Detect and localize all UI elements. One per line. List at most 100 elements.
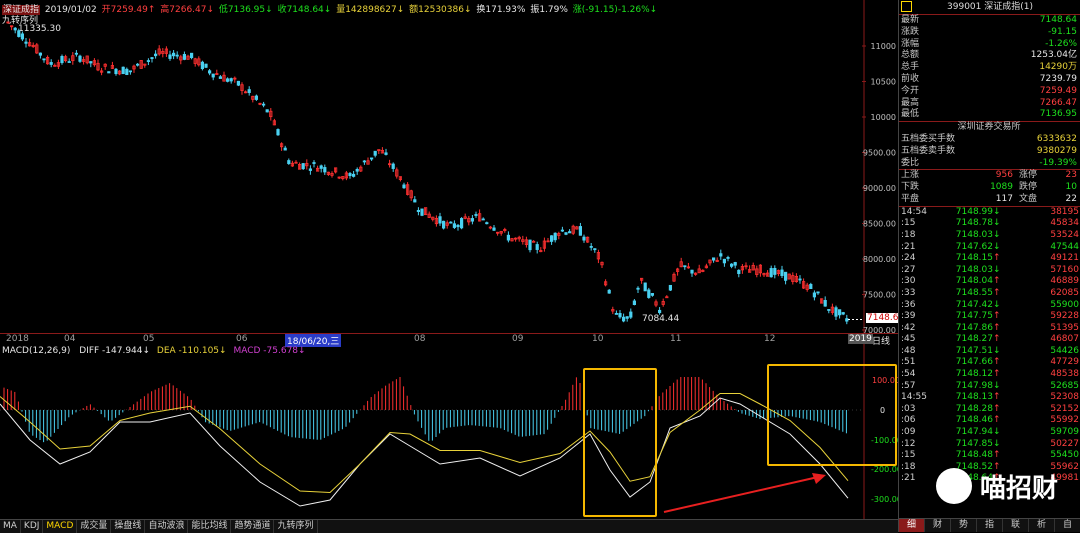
tab-kdj[interactable]: KDJ	[21, 520, 44, 533]
price-axis-label: 9500.00	[863, 149, 896, 158]
watermark: 喵招财	[930, 460, 1080, 520]
date-tick: 08	[414, 334, 426, 344]
candle-body	[449, 221, 453, 224]
candle-body	[150, 57, 154, 60]
candle-body	[207, 70, 212, 74]
tab-energy-ma[interactable]: 能比均线	[188, 520, 232, 533]
candle-body	[456, 224, 460, 228]
price-axis-label: 8500.00	[863, 220, 896, 229]
quote-row: 前收 7239.79	[901, 73, 1077, 84]
candle-body	[535, 244, 539, 250]
candle-body	[13, 27, 17, 31]
market-breadth: 上涨 956 涨停 23 下跌 1089 跌停 10 平盘 117 文盘 22	[899, 170, 1080, 205]
candle-body	[218, 76, 222, 79]
tick-row: :24 7148.15 ↑ 49121	[901, 253, 1079, 264]
candle-body	[726, 257, 730, 259]
tick-row: :39 7147.75 ↑ 59228	[901, 311, 1079, 322]
candle-body	[189, 52, 194, 59]
tick-row: :42 7147.86 ↑ 51395	[901, 322, 1079, 333]
order-row: 五档委买手数 6333632	[901, 133, 1077, 144]
candle-body	[24, 41, 28, 44]
candle-body	[323, 167, 327, 173]
candle-body	[135, 63, 140, 66]
candle-body	[632, 300, 637, 306]
candle-body	[107, 71, 111, 74]
quote-row: 今开 7259.49	[901, 85, 1077, 96]
candle-body	[416, 209, 421, 212]
candle-body	[618, 313, 622, 318]
candle-body	[625, 316, 629, 319]
price-axis-label: 10500	[871, 78, 896, 87]
side-tab-detail[interactable]: 细	[899, 519, 925, 532]
candle-body	[506, 234, 511, 241]
side-tab-trend[interactable]: 势	[951, 519, 977, 532]
candle-body	[287, 160, 291, 164]
candle-body	[247, 89, 251, 93]
quote-list: 最新 7148.64 涨跌 -91.15 涨幅 -1.26% 总额 1253.04亿 总手 142…	[899, 15, 1080, 121]
order-row: 五档委卖手数 9380279	[901, 145, 1077, 156]
tab-macd[interactable]: MACD	[43, 520, 78, 533]
candle-body	[528, 239, 532, 251]
candle-body	[254, 95, 258, 100]
side-tab-index[interactable]: 指	[977, 519, 1003, 532]
price-axis-label: 8000.00	[863, 255, 896, 264]
side-tab-self[interactable]: 自	[1055, 519, 1080, 532]
date-tick: 2018	[6, 334, 29, 344]
tick-list[interactable]: 14:54 7148.99 ↓ 38195:15 7148.78 ↓ 45834:18 714…	[899, 207, 1080, 485]
date-tick: 11	[670, 334, 682, 344]
candle-body	[593, 248, 597, 251]
candle-body	[492, 227, 496, 231]
tab-ma[interactable]: MA	[0, 520, 21, 533]
date-tick: 12	[764, 334, 776, 344]
candle-body	[737, 269, 741, 274]
candle-body	[265, 109, 269, 113]
tick-row: 14:54 7148.99 ↓ 38195	[901, 206, 1079, 217]
side-tab-analysis[interactable]: 析	[1029, 519, 1055, 532]
tick-row: :15 7148.78 ↓ 45834	[901, 218, 1079, 229]
candle-body	[38, 52, 43, 56]
breadth-row: 下跌 1089 跌停 10	[901, 182, 1077, 193]
candle-body	[823, 300, 827, 307]
side-tab-link[interactable]: 联	[1003, 519, 1029, 532]
candle-body	[769, 268, 773, 278]
trend-arrow	[663, 476, 819, 513]
breadth-row: 平盘 117 文盘 22	[901, 193, 1077, 204]
side-tab-finance[interactable]: 财	[925, 519, 951, 532]
candle-body	[719, 253, 723, 257]
candle-body	[485, 222, 489, 225]
tab-volume[interactable]: 成交量	[77, 520, 112, 533]
candle-body	[20, 33, 25, 40]
candle-body	[384, 152, 388, 155]
tab-trend-channel[interactable]: 趋势通道	[231, 520, 275, 533]
tab-operate-line[interactable]: 操盘线	[111, 520, 146, 533]
date-tick: 10	[592, 334, 604, 344]
candle-body	[153, 53, 158, 57]
candle-body	[438, 216, 442, 224]
date-tick: 2019	[848, 334, 873, 344]
candle-body	[362, 160, 367, 163]
tick-row: :57 7147.98 ↓ 52685	[901, 380, 1079, 391]
tick-row: :12 7147.85 ↓ 50227	[901, 438, 1079, 449]
tick-row: :33 7148.55 ↑ 62085	[901, 287, 1079, 298]
quote-row: 最低 7136.95	[901, 109, 1077, 120]
tab-auto-wave[interactable]: 自动波浪	[145, 520, 189, 533]
tick-row: :09 7147.94 ↓ 59709	[901, 427, 1079, 438]
candle-body	[283, 147, 287, 151]
tab-nine-turn[interactable]: 九转序列	[274, 520, 318, 533]
candle-body	[564, 232, 568, 235]
tick-row: :27 7148.03 ↓ 57160	[901, 264, 1079, 275]
date-tick: 06	[236, 334, 248, 344]
candle-body	[841, 312, 845, 315]
quote-row: 涨跌 -91.15	[901, 26, 1077, 37]
candle-body	[308, 168, 313, 171]
candle-body	[683, 265, 687, 268]
panel-toggle-icon[interactable]	[901, 1, 912, 12]
candle-body	[629, 311, 633, 318]
tick-row: :06 7148.46 ↑ 55992	[901, 415, 1079, 426]
tick-row: :45 7148.27 ↑ 46807	[901, 334, 1079, 345]
candle-body	[550, 235, 554, 242]
candle-body	[168, 54, 172, 59]
candle-body	[225, 78, 230, 82]
candle-body	[373, 150, 377, 156]
kline-chart-area[interactable]: 深证成指 2019/01/02 开7259.49↑ 高7266.47↓ 低713…	[0, 0, 906, 533]
